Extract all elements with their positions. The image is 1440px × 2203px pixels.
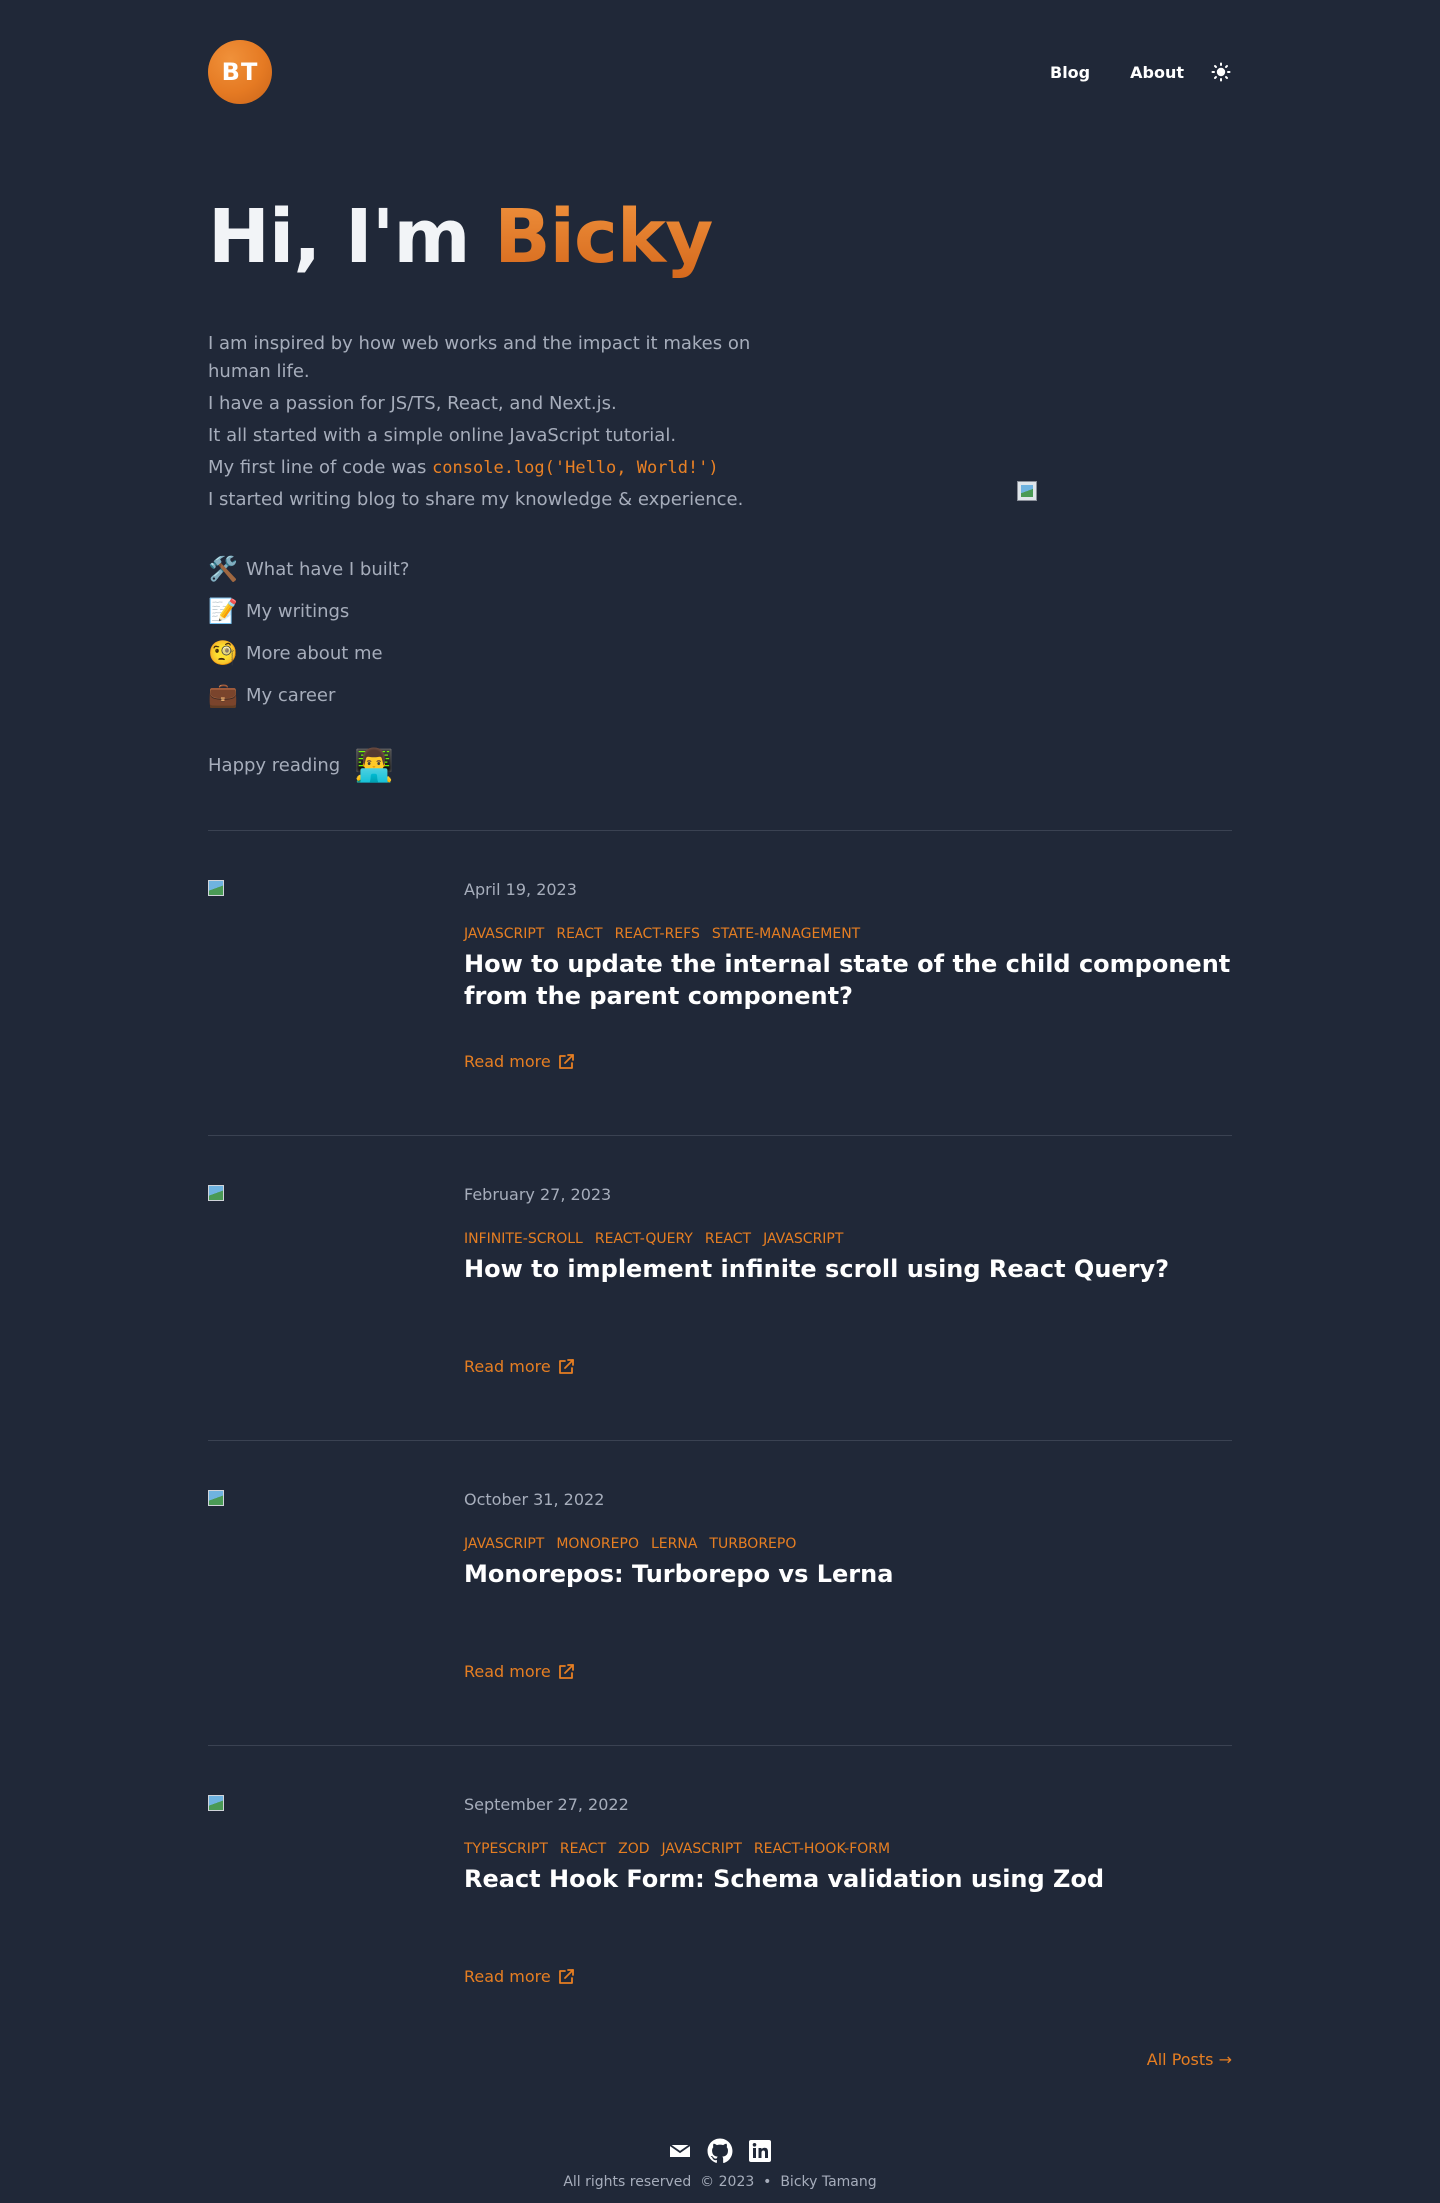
intro-line: It all started with a simple online Java… xyxy=(208,425,677,446)
hero-title: Hi, I'm Bicky xyxy=(208,192,713,282)
read-more-link[interactable]: Read more xyxy=(464,1967,575,1986)
link-projects[interactable]: 🛠️ What have I built? xyxy=(208,548,409,590)
post-tag[interactable]: TYPESCRIPT xyxy=(464,1841,548,1859)
post-date: April 19, 2023 xyxy=(464,880,577,899)
intro-line: I have a passion for JS/TS, React, and N… xyxy=(208,393,617,414)
post-body: February 27, 2023 INFINITE-SCROLL REACT-… xyxy=(464,1185,1232,1285)
post-tags: INFINITE-SCROLL REACT-QUERY REACT JAVASC… xyxy=(464,1231,1232,1249)
briefcase-icon: 💼 xyxy=(208,681,238,709)
post-card: October 31, 2022 JAVASCRIPT MONOREPO LER… xyxy=(208,1440,1232,1681)
linkedin-icon[interactable] xyxy=(747,2138,773,2164)
nav-blog-link[interactable]: Blog xyxy=(1050,63,1090,82)
post-thumbnail[interactable] xyxy=(208,1795,224,1811)
post-tag[interactable]: REACT xyxy=(556,926,602,944)
read-more-link[interactable]: Read more xyxy=(464,1052,575,1071)
post-tag[interactable]: REACT-QUERY xyxy=(595,1231,693,1249)
first-code-prefix: My first line of code was xyxy=(208,457,433,478)
post-card: April 19, 2023 JAVASCRIPT REACT REACT-RE… xyxy=(208,830,1232,1071)
post-thumbnail[interactable] xyxy=(208,1490,224,1506)
external-link-icon xyxy=(558,1968,574,1984)
post-title[interactable]: How to implement infinite scroll using R… xyxy=(464,1253,1232,1285)
post-date: September 27, 2022 xyxy=(464,1795,629,1814)
github-icon[interactable] xyxy=(707,2138,733,2164)
mail-icon[interactable] xyxy=(667,2138,693,2164)
post-date: February 27, 2023 xyxy=(464,1185,612,1204)
post-title[interactable]: Monorepos: Turborepo vs Lerna xyxy=(464,1558,1232,1590)
post-tag[interactable]: STATE-MANAGEMENT xyxy=(712,926,860,944)
logo-text: BT xyxy=(221,58,259,86)
external-link-icon xyxy=(558,1053,574,1069)
theme-toggle-button[interactable] xyxy=(1210,61,1232,83)
link-about-me[interactable]: 🧐 More about me xyxy=(208,632,409,674)
post-tag[interactable]: JAVASCRIPT xyxy=(763,1231,843,1249)
post-tags: JAVASCRIPT REACT REACT-REFS STATE-MANAGE… xyxy=(464,926,1232,944)
hero-image xyxy=(1017,481,1037,501)
post-body: September 27, 2022 TYPESCRIPT REACT ZOD … xyxy=(464,1795,1232,1895)
link-writings[interactable]: 📝 My writings xyxy=(208,590,409,632)
post-date: October 31, 2022 xyxy=(464,1490,605,1509)
post-tag[interactable]: INFINITE-SCROLL xyxy=(464,1231,583,1249)
post-tag[interactable]: JAVASCRIPT xyxy=(464,926,544,944)
sun-icon xyxy=(1211,62,1231,82)
hero-greeting: Hi, I'm xyxy=(208,194,495,280)
read-more-label: Read more xyxy=(464,1052,551,1071)
post-body: October 31, 2022 JAVASCRIPT MONOREPO LER… xyxy=(464,1490,1232,1590)
footer-social xyxy=(0,2138,1440,2164)
first-code-snippet: console.log('Hello, World!') xyxy=(432,458,719,478)
post-title[interactable]: How to update the internal state of the … xyxy=(464,948,1232,1012)
tools-icon: 🛠️ xyxy=(208,555,238,583)
external-link-icon xyxy=(558,1663,574,1679)
post-tag[interactable]: REACT-HOOK-FORM xyxy=(754,1841,890,1859)
read-more-link[interactable]: Read more xyxy=(464,1662,575,1681)
post-tag[interactable]: REACT xyxy=(560,1841,606,1859)
technologist-icon: 👨‍💻 xyxy=(354,746,395,784)
post-thumbnail[interactable] xyxy=(208,880,224,896)
post-tags: JAVASCRIPT MONOREPO LERNA TURBOREPO xyxy=(464,1536,1232,1554)
monocle-face-icon: 🧐 xyxy=(208,639,238,667)
nav-about-link[interactable]: About xyxy=(1130,63,1184,82)
post-body: April 19, 2023 JAVASCRIPT REACT REACT-RE… xyxy=(464,880,1232,1012)
intro-line: I am inspired by how web works and the i… xyxy=(208,333,751,382)
all-posts-link[interactable]: All Posts → xyxy=(1147,2050,1232,2069)
post-tag[interactable]: REACT-REFS xyxy=(615,926,700,944)
link-label: My career xyxy=(246,684,336,706)
link-label: My writings xyxy=(246,600,350,622)
main-nav: Blog About xyxy=(1010,40,1232,104)
link-label: More about me xyxy=(246,642,383,664)
intro-text: I am inspired by how web works and the i… xyxy=(208,330,788,518)
memo-icon: 📝 xyxy=(208,597,238,625)
happy-reading-text: Happy reading xyxy=(208,754,341,776)
read-more-label: Read more xyxy=(464,1357,551,1376)
post-tag[interactable]: TURBOREPO xyxy=(709,1536,796,1554)
post-tag[interactable]: REACT xyxy=(705,1231,751,1249)
read-more-label: Read more xyxy=(464,1967,551,1986)
external-link-icon xyxy=(558,1358,574,1374)
intro-line-code: My first line of code was console.log('H… xyxy=(208,454,788,482)
post-card: February 27, 2023 INFINITE-SCROLL REACT-… xyxy=(208,1135,1232,1376)
hero-links: 🛠️ What have I built? 📝 My writings 🧐 More … xyxy=(208,548,409,716)
hero-name: Bicky xyxy=(494,194,713,280)
happy-reading: Happy reading 👨‍💻 xyxy=(208,746,394,784)
read-more-link[interactable]: Read more xyxy=(464,1357,575,1376)
post-tag[interactable]: ZOD xyxy=(618,1841,649,1859)
post-tag[interactable]: JAVASCRIPT xyxy=(464,1536,544,1554)
logo[interactable]: BT xyxy=(208,40,272,104)
post-tag[interactable]: LERNA xyxy=(651,1536,697,1554)
link-career[interactable]: 💼 My career xyxy=(208,674,409,716)
post-tag[interactable]: MONOREPO xyxy=(556,1536,639,1554)
intro-line: I started writing blog to share my knowl… xyxy=(208,489,744,510)
post-thumbnail[interactable] xyxy=(208,1185,224,1201)
read-more-label: Read more xyxy=(464,1662,551,1681)
link-label: What have I built? xyxy=(246,558,410,580)
post-tags: TYPESCRIPT REACT ZOD JAVASCRIPT REACT-HO… xyxy=(464,1841,1232,1859)
post-title[interactable]: React Hook Form: Schema validation using… xyxy=(464,1863,1232,1895)
footer-copyright: All rights reserved © 2023 • Bicky Taman… xyxy=(563,2174,877,2190)
post-tag[interactable]: JAVASCRIPT xyxy=(662,1841,742,1859)
post-card: September 27, 2022 TYPESCRIPT REACT ZOD … xyxy=(208,1745,1232,1986)
site-header: BT Blog About xyxy=(208,40,1232,104)
